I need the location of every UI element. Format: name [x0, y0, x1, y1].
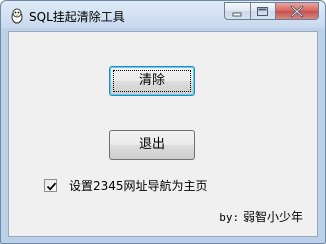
minimize-button[interactable]	[224, 2, 250, 20]
author-credit: by: 弱智小少年	[219, 208, 303, 225]
homepage-checkbox-row[interactable]: 设置2345网址导航为主页	[44, 177, 208, 193]
credit-author: 弱智小少年	[242, 210, 303, 224]
clear-button-label: 清除	[138, 73, 165, 88]
close-button[interactable]	[275, 2, 319, 20]
homepage-checkbox[interactable]	[44, 178, 57, 192]
window-title: SQL挂起清除工具	[29, 10, 125, 24]
maximize-button[interactable]	[250, 2, 275, 20]
clear-button[interactable]: 清除	[109, 66, 195, 96]
caption-buttons	[224, 2, 319, 21]
exit-button[interactable]: 退出	[109, 130, 195, 160]
app-window: SQL挂起清除工具 清除 退出 设置2345网址导航为主页 by: 弱智小少年	[0, 0, 326, 244]
checkmark-icon	[46, 182, 57, 191]
exit-button-label: 退出	[138, 137, 165, 152]
homepage-checkbox-label: 设置2345网址导航为主页	[69, 178, 208, 193]
client-area: 清除 退出 设置2345网址导航为主页 by: 弱智小少年	[8, 31, 318, 237]
title-bar[interactable]: SQL挂起清除工具	[1, 1, 325, 31]
credit-prefix: by:	[219, 211, 240, 224]
qq-penguin-icon	[9, 8, 25, 24]
